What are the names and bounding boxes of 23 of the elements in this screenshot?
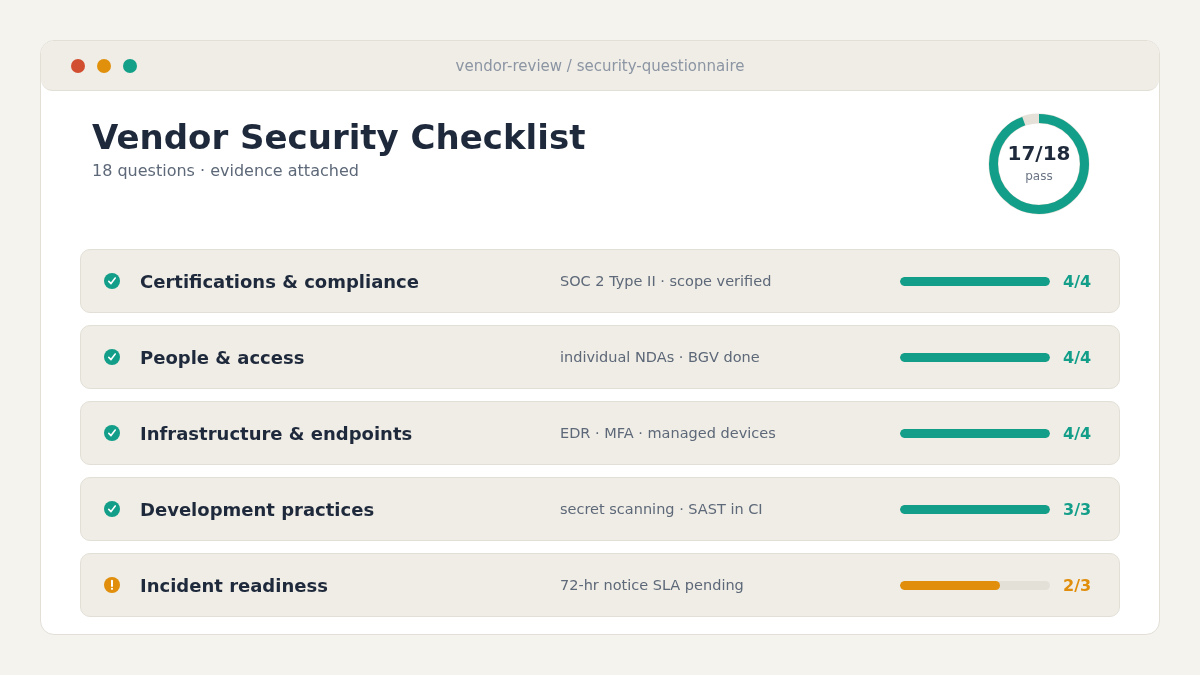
section-detail: individual NDAs · BGV done [560, 349, 761, 365]
window-minimize-dot-icon[interactable] [97, 58, 111, 73]
page-title: Vendor Security Checklist [92, 117, 586, 157]
section-score: 4/4 [1063, 347, 1093, 367]
section-title: Development practices [140, 498, 376, 520]
section-title: Infrastructure & endpoints [140, 422, 414, 444]
section-score: 3/3 [1063, 499, 1093, 519]
section-title: Incident readiness [140, 574, 329, 596]
section-detail: SOC 2 Type II · scope verified [560, 273, 773, 289]
window-title: vendor-review / security-questionnaire [455, 56, 745, 75]
section-title: People & access [140, 346, 306, 368]
section-score: 4/4 [1063, 423, 1093, 443]
section-score: 4/4 [1063, 271, 1093, 291]
window-close-dot-icon[interactable] [71, 58, 85, 73]
section-detail: secret scanning · SAST in CI [560, 501, 764, 517]
window-maximize-dot-icon[interactable] [123, 58, 137, 73]
pass-count: 17/18 [1007, 140, 1071, 165]
section-title: Certifications & compliance [140, 270, 420, 292]
pass-label: pass [1025, 167, 1053, 184]
section-detail: EDR · MFA · managed devices [560, 425, 777, 441]
page-subtitle: 18 questions · evidence attached [92, 161, 360, 180]
section-score: 2/3 [1063, 575, 1093, 595]
section-detail: 72-hr notice SLA pending [560, 577, 745, 593]
